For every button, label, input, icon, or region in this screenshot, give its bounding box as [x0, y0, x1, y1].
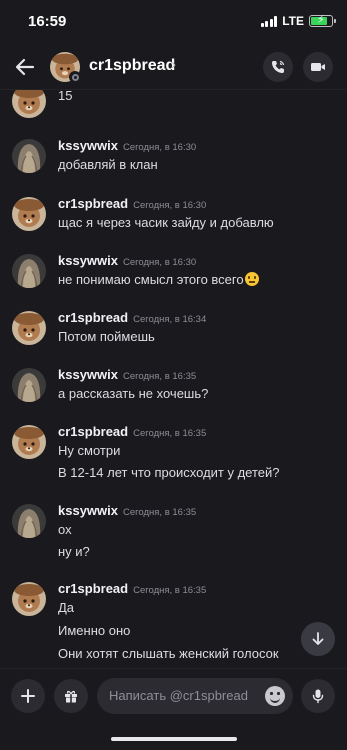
message-author[interactable]: cr1spbread Сегодня, в 16:34 [58, 310, 206, 325]
avatar[interactable] [12, 90, 46, 118]
avatar[interactable] [12, 197, 46, 231]
video-call-button[interactable] [303, 52, 333, 82]
message-author[interactable]: cr1spbread Сегодня, в 16:30 [58, 196, 206, 211]
arrow-down-icon [312, 632, 324, 645]
plus-icon [21, 689, 35, 703]
message-author[interactable]: kssywwix Сегодня, в 16:30 [58, 138, 196, 153]
avatar[interactable] [12, 254, 46, 288]
message-text: а рассказать не хочешь? [58, 386, 209, 401]
message-text: добавляй в клан [58, 157, 158, 172]
status-bar: 16:59 LTE ⚡ [0, 0, 347, 44]
offline-status-icon [69, 71, 81, 83]
message-timestamp: Сегодня, в 16:34 [133, 314, 207, 325]
message-text: щас я через часик зайду и добавлю [58, 215, 274, 230]
avatar[interactable] [12, 368, 46, 402]
chat-header: cr1spbread › [0, 44, 347, 90]
message-text: ну и? [58, 544, 90, 559]
message-text: В 12-14 лет что происходит у детей? [58, 465, 280, 480]
avatar[interactable] [12, 311, 46, 345]
message-text: не понимаю смысл этого всего [58, 272, 259, 287]
message-author[interactable]: kssywwix Сегодня, в 16:35 [58, 367, 196, 382]
chevron-right-icon[interactable]: › [171, 56, 176, 73]
add-attachment-button[interactable] [11, 679, 45, 713]
message-timestamp: Сегодня, в 16:35 [133, 585, 207, 596]
network-type: LTE [282, 14, 304, 28]
message-text: Да [58, 600, 75, 615]
video-camera-icon [311, 63, 325, 71]
message-timestamp: Сегодня, в 16:30 [123, 142, 197, 153]
signal-icon [260, 15, 278, 27]
voice-message-button[interactable] [301, 679, 335, 713]
message-author[interactable]: kssywwix Сегодня, в 16:35 [58, 503, 196, 518]
microphone-icon [312, 689, 324, 704]
message-text: 15 [58, 90, 73, 103]
smile-icon[interactable] [265, 686, 285, 706]
contact-name[interactable]: cr1spbread [89, 57, 175, 75]
message-author[interactable]: cr1spbread Сегодня, в 16:35 [58, 424, 206, 439]
message-list[interactable]: 15 kssywwix Сегодня, в 16:30 добавляй в к… [0, 90, 347, 665]
message-timestamp: Сегодня, в 16:35 [133, 428, 207, 439]
avatar[interactable] [12, 139, 46, 173]
avatar[interactable] [12, 504, 46, 538]
message-author[interactable]: kssywwix Сегодня, в 16:30 [58, 253, 196, 268]
back-button[interactable] [12, 54, 38, 80]
message-text: Они хотят слышать женский голосок [58, 646, 279, 661]
battery-icon: ⚡ [309, 14, 336, 27]
message-timestamp: Сегодня, в 16:35 [123, 507, 197, 518]
message-composer: Написать @cr1spbread [0, 668, 347, 724]
message-text: Потом поймешь [58, 329, 155, 344]
home-indicator [111, 737, 237, 741]
gift-button[interactable] [54, 679, 88, 713]
message-input[interactable]: Написать @cr1spbread [97, 678, 293, 714]
scroll-to-bottom-button[interactable] [301, 622, 335, 656]
message-text: Ну смотри [58, 443, 121, 458]
avatar[interactable] [12, 582, 46, 616]
neutral-face-emoji [244, 272, 259, 286]
message-input-placeholder: Написать @cr1spbread [109, 688, 248, 703]
avatar[interactable] [12, 425, 46, 459]
message-author[interactable]: cr1spbread Сегодня, в 16:35 [58, 581, 206, 596]
phone-call-icon [272, 60, 285, 73]
voice-call-button[interactable] [263, 52, 293, 82]
message-text: Именно оно [58, 623, 131, 638]
gift-icon [65, 690, 77, 703]
status-indicators: LTE ⚡ [260, 14, 336, 28]
message-timestamp: Сегодня, в 16:30 [123, 257, 197, 268]
message-text: ох [58, 522, 72, 537]
message-timestamp: Сегодня, в 16:30 [133, 200, 207, 211]
arrow-left-icon [15, 58, 35, 76]
message-timestamp: Сегодня, в 16:35 [123, 371, 197, 382]
status-time: 16:59 [28, 13, 67, 30]
